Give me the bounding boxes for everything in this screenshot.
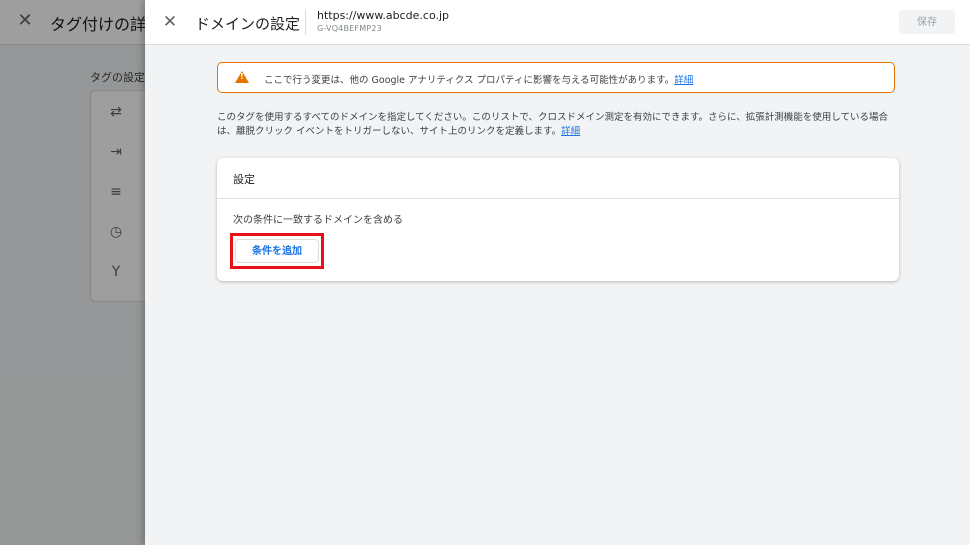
warning-message: ここで行う変更は、他の Google アナリティクス プロパティに影響を与える可…: [264, 75, 675, 86]
warning-learn-more-link[interactable]: 詳細: [674, 75, 693, 86]
drawer-title: ドメインの設定: [195, 15, 301, 33]
add-condition-button[interactable]: 条件を追加: [235, 239, 319, 263]
warning-banner: ここで行う変更は、他の Google アナリティクス プロパティに影響を与える可…: [217, 62, 895, 93]
settings-card-title: 設定: [233, 173, 255, 186]
stream-id: G-VQ4BEFMP23: [317, 24, 382, 33]
close-icon[interactable]: ✕: [159, 11, 181, 33]
settings-card: 設定 次の条件に一致するドメインを含める 条件を追加: [217, 158, 899, 281]
description: このタグを使用するすべてのドメインを指定してください。このリストで、クロスドメイ…: [217, 111, 897, 139]
domain-settings-drawer: ✕ ドメインの設定 https://www.abcde.co.jp G-VQ4B…: [145, 0, 970, 545]
stream-url: https://www.abcde.co.jp: [317, 9, 450, 22]
description-learn-more-link[interactable]: 詳細: [561, 126, 580, 137]
description-text: このタグを使用するすべてのドメインを指定してください。このリストで、クロスドメイ…: [217, 112, 888, 137]
card-divider: [217, 198, 899, 199]
warning-icon: [235, 71, 249, 83]
warning-text: ここで行う変更は、他の Google アナリティクス プロパティに影響を与える可…: [264, 72, 693, 86]
drawer-header: ✕ ドメインの設定 https://www.abcde.co.jp G-VQ4B…: [145, 0, 970, 45]
save-button[interactable]: 保存: [899, 10, 955, 34]
rule-label: 次の条件に一致するドメインを含める: [233, 215, 403, 226]
header-divider: [305, 9, 306, 35]
